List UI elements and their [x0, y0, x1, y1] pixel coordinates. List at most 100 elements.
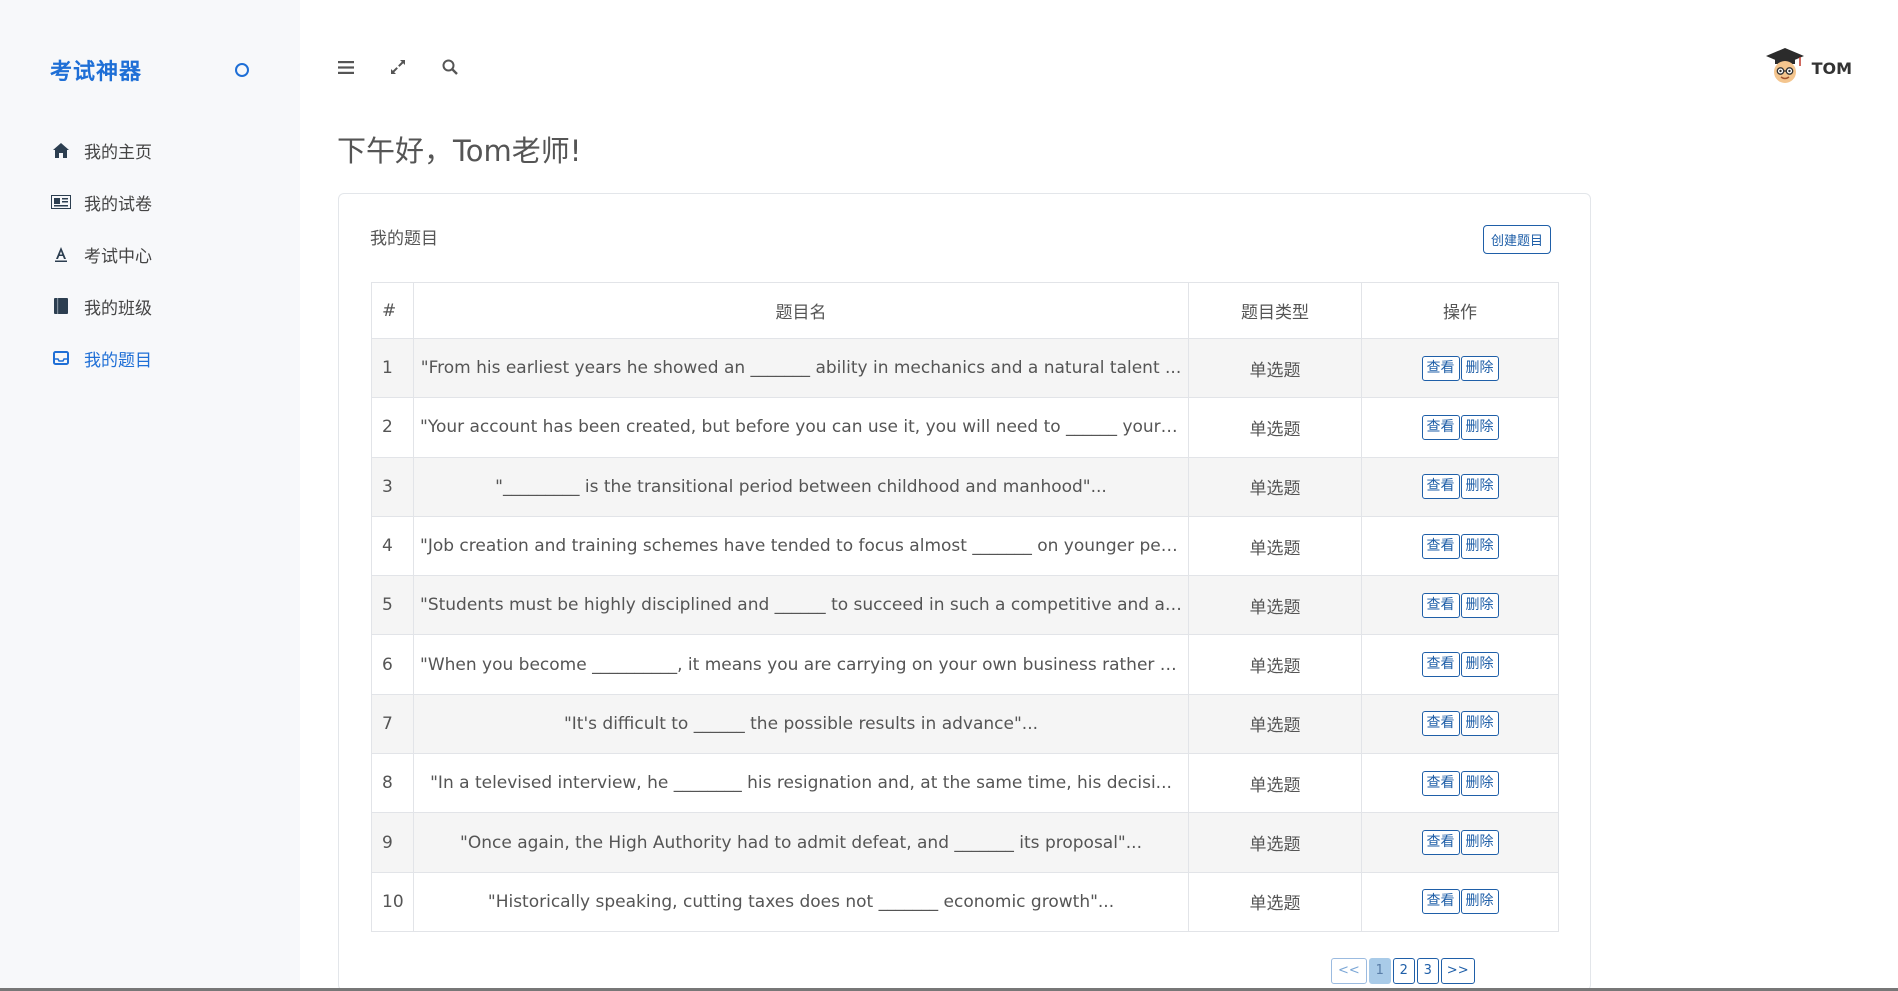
view-button[interactable]: 查看 [1421, 533, 1460, 559]
questions-table: # 题目名 题目类型 操作 1 "From his earliest years… [371, 282, 1559, 932]
question-type: 单选题 [1188, 871, 1362, 932]
view-button[interactable]: 查看 [1421, 889, 1460, 915]
row-actions: 查看 删除 [1361, 753, 1559, 814]
newspaper-icon [50, 191, 72, 213]
delete-button[interactable]: 删除 [1460, 830, 1499, 856]
question-name: "Once again, the High Authority had to a… [413, 812, 1189, 873]
brand-logo[interactable]: 考试神器 [50, 54, 142, 86]
card-title: 我的题目 [370, 229, 438, 249]
question-name: "From his earliest years he showed an __… [413, 337, 1189, 399]
view-button[interactable]: 查看 [1421, 355, 1460, 381]
table-row: 3 "_________ is the transitional period … [371, 456, 1559, 517]
row-index: 1 [371, 337, 414, 399]
column-header-actions: 操作 [1361, 282, 1559, 339]
view-button[interactable]: 查看 [1421, 414, 1460, 440]
question-type: 单选题 [1188, 456, 1362, 517]
view-button[interactable]: 查看 [1421, 770, 1460, 796]
sidebar-item-papers[interactable]: 我的试卷 [50, 176, 152, 228]
sidebar-item-classes[interactable]: 我的班级 [50, 280, 152, 332]
delete-button[interactable]: 删除 [1460, 414, 1499, 440]
delete-button[interactable]: 删除 [1460, 711, 1499, 737]
table-row: 5 "Students must be highly disciplined a… [371, 575, 1559, 636]
row-actions: 查看 删除 [1361, 337, 1559, 399]
sidebar-item-label: 我的班级 [84, 298, 152, 319]
menu-icon[interactable] [335, 56, 357, 78]
delete-button[interactable]: 删除 [1460, 533, 1499, 559]
question-name: "When you become __________, it means yo… [413, 634, 1189, 695]
question-type: 单选题 [1188, 693, 1362, 755]
prev-page-button[interactable]: << [1331, 958, 1367, 984]
row-index: 10 [371, 871, 414, 932]
question-type: 单选题 [1188, 515, 1362, 577]
sidebar-item-label: 我的试卷 [84, 194, 152, 215]
question-name: "Students must be highly disciplined and… [413, 575, 1189, 636]
graduate-avatar-icon [1764, 46, 1806, 90]
sidebar-nav: 我的主页 我的试卷 考试中心 我的班级 我的题目 [50, 124, 152, 384]
sidebar-item-exam-center[interactable]: 考试中心 [50, 228, 152, 280]
view-button[interactable]: 查看 [1421, 474, 1460, 500]
row-actions: 查看 删除 [1361, 693, 1559, 755]
my-questions-card: 我的题目 创建题目 # 题目名 题目类型 操作 1 "From his earl… [338, 193, 1591, 991]
delete-button[interactable]: 删除 [1460, 592, 1499, 618]
delete-button[interactable]: 删除 [1460, 652, 1499, 678]
font-icon [50, 243, 72, 265]
row-actions: 查看 删除 [1361, 397, 1559, 458]
view-button[interactable]: 查看 [1421, 592, 1460, 618]
user-name: TOM [1811, 58, 1852, 78]
page-greeting: 下午好，Tom老师! [337, 134, 582, 168]
row-actions: 查看 删除 [1361, 515, 1559, 577]
sidebar-toggle-icon[interactable] [235, 63, 249, 77]
page-2-button[interactable]: 2 [1392, 958, 1415, 984]
row-index: 7 [371, 693, 414, 755]
delete-button[interactable]: 删除 [1460, 889, 1499, 915]
row-index: 3 [371, 456, 414, 517]
table-row: 9 "Once again, the High Authority had to… [371, 812, 1559, 873]
question-type: 单选题 [1188, 634, 1362, 695]
row-index: 6 [371, 634, 414, 695]
page-1-button[interactable]: 1 [1368, 958, 1391, 984]
question-type: 单选题 [1188, 812, 1362, 873]
question-name: "Your account has been created, but befo… [413, 397, 1189, 458]
search-icon[interactable] [439, 56, 461, 78]
home-icon [50, 139, 72, 161]
sidebar-item-label: 考试中心 [84, 246, 152, 267]
table-row: 10 "Historically speaking, cutting taxes… [371, 871, 1559, 932]
column-header-type: 题目类型 [1188, 282, 1362, 339]
question-type: 单选题 [1188, 753, 1362, 814]
sidebar-item-my-questions[interactable]: 我的题目 [50, 332, 152, 384]
row-actions: 查看 删除 [1361, 575, 1559, 636]
column-header-name: 题目名 [413, 282, 1189, 339]
table-row: 7 "It's difficult to ______ the possible… [371, 693, 1559, 755]
table-header-row: # 题目名 题目类型 操作 [371, 282, 1559, 339]
table-row: 6 "When you become __________, it means … [371, 634, 1559, 695]
row-actions: 查看 删除 [1361, 634, 1559, 695]
top-bar: TOM [300, 0, 1898, 130]
view-button[interactable]: 查看 [1421, 830, 1460, 856]
table-row: 8 "In a televised interview, he ________… [371, 753, 1559, 814]
row-actions: 查看 删除 [1361, 456, 1559, 517]
table-row: 2 "Your account has been created, but be… [371, 397, 1559, 458]
question-name: "_________ is the transitional period be… [413, 456, 1189, 517]
page-3-button[interactable]: 3 [1416, 958, 1439, 984]
column-header-index: # [371, 282, 414, 339]
view-button[interactable]: 查看 [1421, 711, 1460, 737]
delete-button[interactable]: 删除 [1460, 355, 1499, 381]
question-type: 单选题 [1188, 337, 1362, 399]
question-type: 单选题 [1188, 575, 1362, 636]
delete-button[interactable]: 删除 [1460, 770, 1499, 796]
row-index: 5 [371, 575, 414, 636]
row-actions: 查看 删除 [1361, 871, 1559, 932]
user-menu[interactable]: TOM [1764, 46, 1852, 90]
view-button[interactable]: 查看 [1421, 652, 1460, 678]
question-name: "Job creation and training schemes have … [413, 515, 1189, 577]
sidebar-item-label: 我的主页 [84, 142, 152, 163]
delete-button[interactable]: 删除 [1460, 474, 1499, 500]
next-page-button[interactable]: >> [1440, 958, 1475, 984]
sidebar-item-home[interactable]: 我的主页 [50, 124, 152, 176]
row-index: 9 [371, 812, 414, 873]
table-row: 1 "From his earliest years he showed an … [371, 337, 1559, 399]
row-index: 8 [371, 753, 414, 814]
expand-icon[interactable] [387, 56, 409, 78]
create-question-button[interactable]: 创建题目 [1483, 225, 1552, 254]
row-index: 4 [371, 515, 414, 577]
